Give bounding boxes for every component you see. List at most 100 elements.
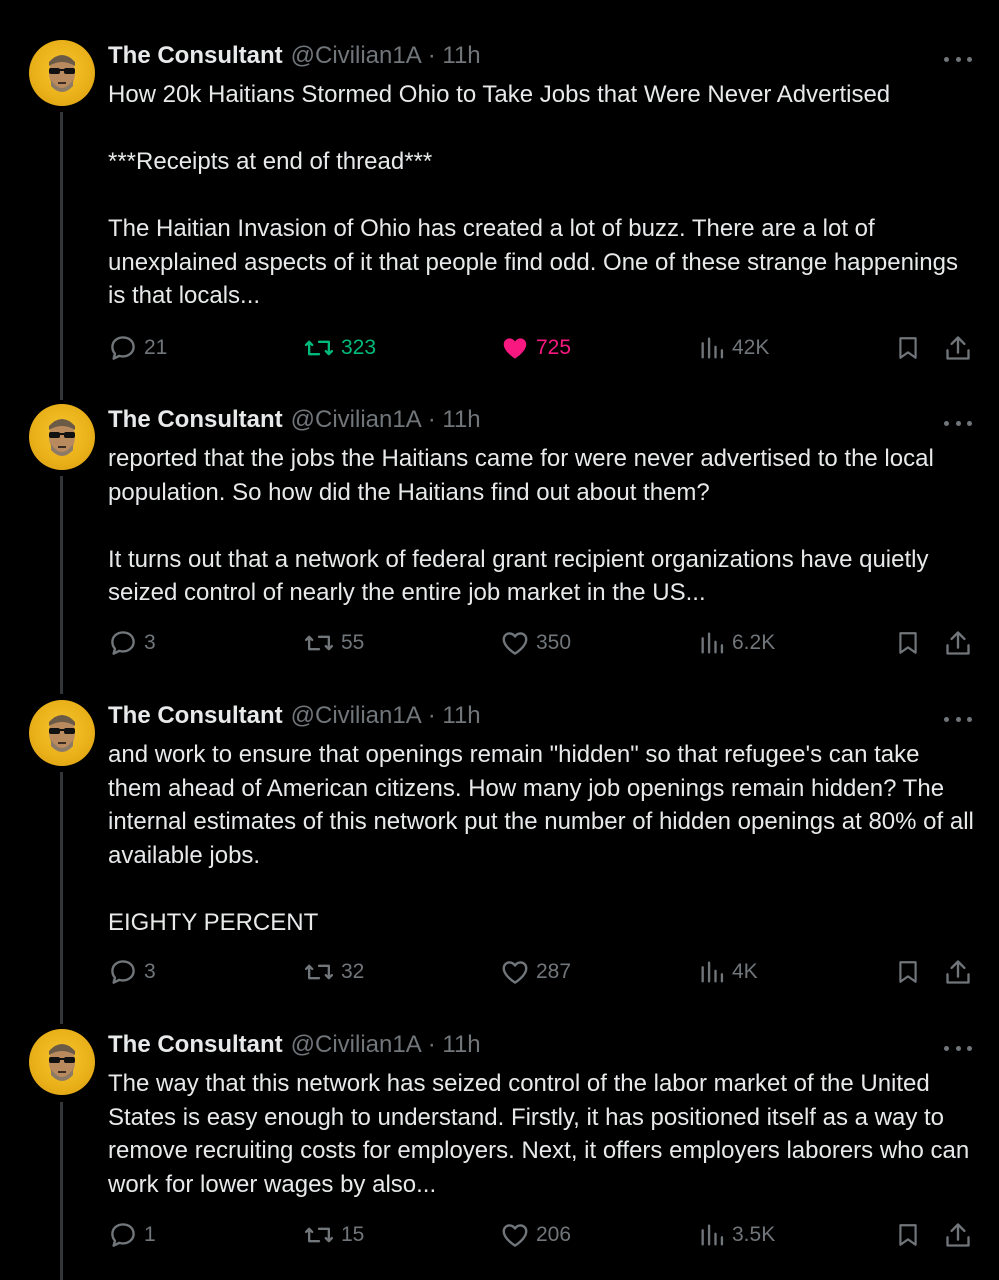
reply-icon — [111, 1223, 135, 1247]
reply-button[interactable]: 21 — [108, 330, 167, 366]
bookmark-icon — [899, 632, 917, 654]
views-button[interactable]: 42K — [698, 330, 769, 366]
reply-button[interactable]: 3 — [108, 625, 156, 661]
repost-button[interactable]: 323 — [303, 330, 376, 366]
reply-count: 3 — [144, 960, 156, 983]
reply-count: 1 — [144, 1223, 156, 1246]
like-button[interactable]: 350 — [500, 625, 571, 661]
reply-icon — [111, 631, 135, 655]
reply-icon — [111, 960, 135, 984]
views-chart-icon — [701, 632, 724, 654]
author-name[interactable]: The Consultant — [108, 42, 283, 70]
like-count: 287 — [536, 960, 572, 983]
like-count: 350 — [536, 631, 572, 654]
repost-icon — [304, 635, 334, 651]
views-chart-icon — [701, 1224, 724, 1246]
author-handle[interactable]: @Civilian1A — [291, 1031, 422, 1059]
share-button[interactable] — [943, 330, 973, 366]
share-icon — [946, 960, 970, 984]
avatar[interactable] — [29, 404, 95, 470]
repost-icon — [304, 340, 334, 356]
heart-icon — [503, 338, 527, 359]
timestamp[interactable]: · 11h — [428, 702, 481, 730]
tweet[interactable]: The Consultant @Civilian1A · 11h The way… — [0, 1029, 999, 1280]
views-button[interactable]: 4K — [698, 954, 758, 990]
tweet[interactable]: The Consultant @Civilian1A · 11h reporte… — [0, 404, 999, 684]
repost-button[interactable]: 15 — [303, 1217, 364, 1253]
share-button[interactable] — [943, 954, 973, 990]
views-button[interactable]: 3.5K — [698, 1217, 775, 1253]
views-button[interactable]: 6.2K — [698, 625, 775, 661]
heart-icon — [502, 961, 528, 984]
action-bar: 1 15 206 3.5K — [0, 1217, 999, 1253]
avatar-sunglasses-icon — [49, 1044, 75, 1081]
repost-count: 15 — [341, 1223, 365, 1246]
share-button[interactable] — [943, 1217, 973, 1253]
views-count: 3.5K — [732, 1223, 776, 1246]
reply-count: 21 — [144, 336, 168, 359]
share-icon — [946, 631, 970, 655]
repost-count: 323 — [341, 336, 377, 359]
timestamp[interactable]: · 11h — [428, 406, 481, 434]
reply-button[interactable]: 3 — [108, 954, 156, 990]
repost-count: 32 — [341, 960, 365, 983]
repost-icon — [304, 964, 334, 980]
avatar-sunglasses-icon — [49, 715, 75, 752]
repost-button[interactable]: 55 — [303, 625, 364, 661]
tweet-text: How 20k Haitians Stormed Ohio to Take Jo… — [108, 81, 958, 309]
like-button[interactable]: 287 — [500, 954, 571, 990]
more-dots-icon[interactable] — [944, 1041, 972, 1055]
more-dots-icon[interactable] — [944, 712, 972, 726]
more-dots-icon[interactable] — [944, 416, 972, 430]
like-button[interactable]: 206 — [500, 1217, 571, 1253]
tweet-header: The Consultant @Civilian1A · 11h — [108, 702, 481, 734]
bookmark-icon — [899, 961, 917, 983]
avatar[interactable] — [29, 1029, 95, 1095]
heart-icon — [502, 632, 528, 655]
bookmark-button[interactable] — [893, 625, 923, 661]
author-handle[interactable]: @Civilian1A — [291, 42, 422, 70]
tweet-header: The Consultant @Civilian1A · 11h — [108, 42, 481, 74]
tweet-text: The way that this network has seized con… — [108, 1070, 970, 1198]
bookmark-button[interactable] — [893, 954, 923, 990]
avatar-sunglasses-icon — [49, 419, 75, 456]
avatar[interactable] — [29, 40, 95, 106]
tweet-text: reported that the jobs the Haitians came… — [108, 445, 934, 606]
heart-icon — [502, 1224, 528, 1247]
author-name[interactable]: The Consultant — [108, 702, 283, 730]
share-button[interactable] — [943, 625, 973, 661]
views-chart-icon — [701, 961, 724, 983]
bookmark-icon — [899, 1224, 917, 1246]
like-count: 725 — [536, 336, 572, 359]
like-count: 206 — [536, 1223, 572, 1246]
timestamp[interactable]: · 11h — [428, 42, 481, 70]
action-bar: 21 323 725 42K — [0, 330, 999, 366]
reply-count: 3 — [144, 631, 156, 654]
bookmark-button[interactable] — [893, 330, 923, 366]
repost-icon — [304, 1227, 334, 1243]
reply-icon — [111, 336, 135, 360]
tweet[interactable]: The Consultant @Civilian1A · 11h How 20k… — [0, 40, 999, 380]
avatar-sunglasses-icon — [49, 55, 75, 92]
tweet-text: and work to ensure that openings remain … — [108, 741, 974, 936]
share-icon — [946, 1223, 970, 1247]
bookmark-button[interactable] — [893, 1217, 923, 1253]
share-icon — [946, 336, 970, 360]
author-handle[interactable]: @Civilian1A — [291, 406, 422, 434]
bookmark-icon — [899, 337, 917, 359]
author-name[interactable]: The Consultant — [108, 1031, 283, 1059]
repost-button[interactable]: 32 — [303, 954, 364, 990]
reply-button[interactable]: 1 — [108, 1217, 156, 1253]
views-count: 4K — [732, 960, 758, 983]
repost-count: 55 — [341, 631, 365, 654]
avatar[interactable] — [29, 700, 95, 766]
tweet[interactable]: The Consultant @Civilian1A · 11h and wor… — [0, 700, 999, 1010]
tweet-header: The Consultant @Civilian1A · 11h — [108, 406, 481, 438]
timestamp[interactable]: · 11h — [428, 1031, 481, 1059]
action-bar: 3 55 350 6.2K — [0, 625, 999, 661]
like-button[interactable]: 725 — [500, 330, 571, 366]
views-chart-icon — [701, 337, 724, 359]
author-name[interactable]: The Consultant — [108, 406, 283, 434]
author-handle[interactable]: @Civilian1A — [291, 702, 422, 730]
more-dots-icon[interactable] — [944, 52, 972, 66]
